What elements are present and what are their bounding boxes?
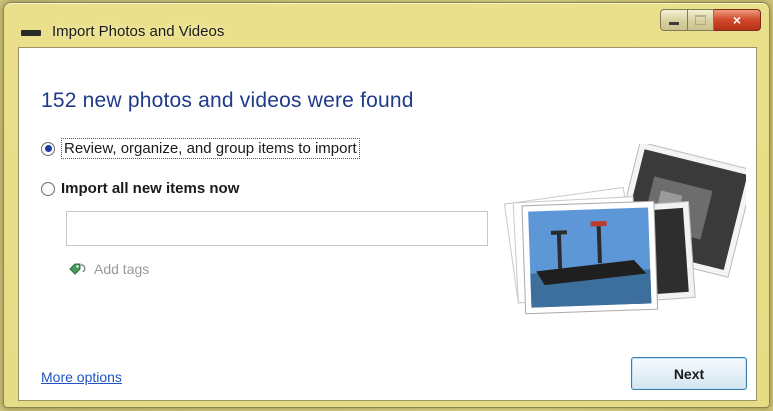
dialog-body: 152 new photos and videos were found Rev… (18, 47, 757, 401)
title-bar[interactable]: Import Photos and Videos × (4, 3, 769, 47)
tag-icon (69, 263, 86, 275)
option-import-all[interactable]: Import all new items now (41, 180, 239, 197)
option-import-all-label[interactable]: Import all new items now (61, 180, 239, 197)
option-review-organize-label[interactable]: Review, organize, and group items to imp… (61, 138, 360, 159)
close-button[interactable]: × (714, 9, 761, 31)
radio-import-all[interactable] (41, 181, 55, 196)
maximize-icon (695, 15, 706, 25)
tags-input[interactable] (66, 211, 488, 246)
add-tags[interactable]: Add tags (68, 261, 149, 277)
radio-review-organize[interactable] (41, 141, 55, 156)
close-icon: × (732, 12, 742, 28)
photo-stack-illustration (503, 144, 746, 315)
radio-selected-dot (44, 145, 52, 152)
option-review-organize[interactable]: Review, organize, and group items to imp… (41, 138, 360, 159)
next-button[interactable]: Next (631, 357, 747, 390)
page-title: 152 new photos and videos were found (41, 89, 414, 112)
minimize-button[interactable] (660, 9, 688, 31)
caption-buttons: × (660, 9, 761, 31)
window-title: Import Photos and Videos (52, 23, 225, 40)
window-icon (21, 30, 41, 36)
add-tags-label: Add tags (94, 261, 150, 277)
minimize-icon (669, 21, 679, 25)
maximize-button[interactable] (688, 9, 714, 31)
more-options-link[interactable]: More options (41, 369, 122, 385)
import-window: Import Photos and Videos × 152 new photo… (3, 2, 770, 408)
